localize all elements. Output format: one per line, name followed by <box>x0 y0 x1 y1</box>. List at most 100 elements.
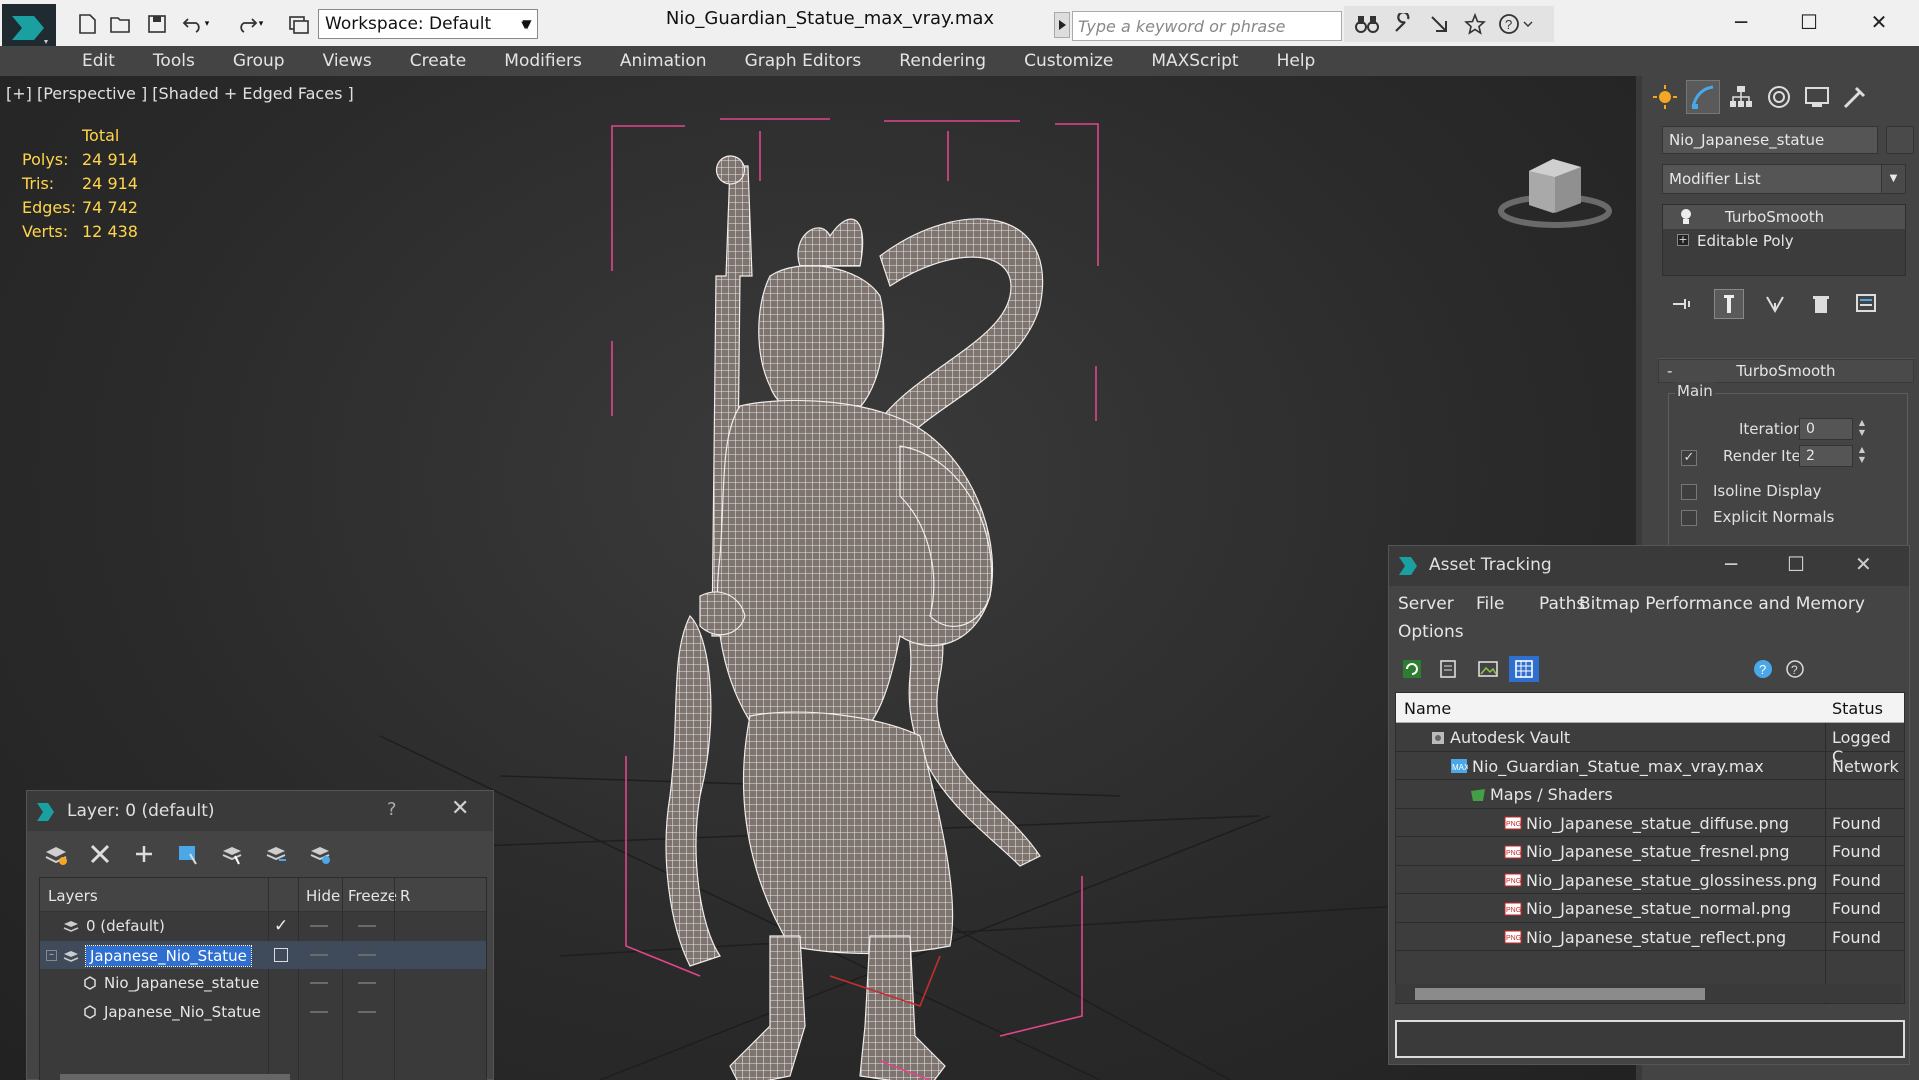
list-view-icon[interactable] <box>1435 656 1461 682</box>
save-icon[interactable] <box>142 10 172 38</box>
remove-modifier-icon[interactable] <box>1806 289 1836 319</box>
hide-toggle[interactable] <box>310 953 328 956</box>
column-header-freeze[interactable]: Freeze <box>348 887 397 905</box>
maximize-icon[interactable]: ☐ <box>1778 4 1840 40</box>
menu-bitmap-performance[interactable]: Bitmap Performance and Memory <box>1579 594 1865 614</box>
menu-tools[interactable]: Tools <box>153 51 195 71</box>
menu-animation[interactable]: Animation <box>620 51 707 71</box>
render-iters-checkbox[interactable]: ✓ <box>1681 450 1697 466</box>
configure-modifier-sets-icon[interactable] <box>1852 289 1882 319</box>
motion-tab-icon[interactable] <box>1762 80 1796 114</box>
hide-toggle[interactable] <box>310 925 328 927</box>
table-row[interactable]: PNG Nio_Japanese_statue_fresnel.png Found <box>1396 837 1904 866</box>
close-icon[interactable]: ✕ <box>1848 4 1910 40</box>
asset-path-field[interactable] <box>1395 1020 1905 1058</box>
search-expand-icon[interactable] <box>1054 12 1070 38</box>
layer-window-titlebar[interactable]: Layer: 0 (default) ? ✕ <box>27 791 493 831</box>
stack-item-turbosmooth[interactable]: TurboSmooth <box>1663 205 1905 229</box>
object-row[interactable]: Japanese_Nio_Statue <box>40 998 486 1027</box>
hide-toggle[interactable] <box>310 1010 328 1013</box>
maximize-icon[interactable]: ☐ <box>1787 552 1805 576</box>
expand-icon[interactable]: + <box>1677 234 1689 246</box>
add-to-layer-icon[interactable] <box>129 839 159 869</box>
make-unique-icon[interactable] <box>1760 289 1790 319</box>
menu-file[interactable]: File <box>1476 594 1504 614</box>
table-row[interactable]: Autodesk Vault Logged C <box>1396 723 1904 766</box>
freeze-toggle[interactable] <box>358 953 376 956</box>
column-header-hide[interactable]: Hide <box>306 887 340 905</box>
table-row[interactable]: MAX Nio_Guardian_Statue_max_vray.max Netw… <box>1396 752 1904 780</box>
column-header-layers[interactable]: Layers <box>48 887 98 905</box>
modifier-list-dropdown[interactable]: Modifier List ▼ <box>1662 164 1906 194</box>
table-row[interactable]: PNG Nio_Japanese_statue_glossiness.png Fo… <box>1396 866 1904 894</box>
menu-graph-editors[interactable]: Graph Editors <box>745 51 862 71</box>
minimize-icon[interactable]: ─ <box>1725 552 1737 576</box>
select-layer-icon[interactable] <box>217 839 247 869</box>
table-row[interactable]: Maps / Shaders <box>1396 780 1904 809</box>
freeze-toggle[interactable] <box>358 1010 376 1013</box>
help-icon[interactable]: ? <box>1751 656 1777 682</box>
exchange-icon[interactable] <box>1424 10 1454 38</box>
menu-modifiers[interactable]: Modifiers <box>504 51 582 71</box>
show-end-result-icon[interactable] <box>1714 289 1744 319</box>
binoculars-icon[interactable] <box>1352 10 1382 38</box>
create-layer-icon[interactable] <box>41 839 71 869</box>
open-file-icon[interactable] <box>106 10 136 38</box>
set-current-checkbox[interactable] <box>274 947 288 962</box>
context-help-icon[interactable]: ? <box>1781 656 1807 682</box>
create-tab-icon[interactable] <box>1648 80 1682 114</box>
explicit-normals-checkbox[interactable] <box>1681 510 1697 526</box>
utilities-tab-icon[interactable] <box>1838 80 1872 114</box>
minimize-icon[interactable]: ─ <box>1710 4 1772 40</box>
menu-customize[interactable]: Customize <box>1024 51 1113 71</box>
column-header-status[interactable]: Status <box>1832 699 1883 718</box>
hide-toggle[interactable] <box>310 982 328 984</box>
horizontal-scrollbar[interactable] <box>60 1074 290 1080</box>
wrench-icon[interactable] <box>1388 10 1418 38</box>
spinner-arrows-icon[interactable]: ▲ ▼ <box>1855 418 1869 440</box>
close-icon[interactable]: ✕ <box>1855 552 1872 576</box>
horizontal-scrollbar[interactable] <box>1395 984 1901 1002</box>
table-row[interactable]: PNG Nio_Japanese_statue_diffuse.png Found <box>1396 809 1904 837</box>
redo-history-chevron-icon[interactable]: ▾ <box>254 10 268 38</box>
current-layer-check-icon[interactable]: ✓ <box>274 916 288 936</box>
set-current-layer-icon[interactable] <box>261 839 291 869</box>
pin-stack-icon[interactable] <box>1668 289 1698 319</box>
delete-layer-icon[interactable] <box>85 839 115 869</box>
help-button[interactable]: ? <box>387 799 397 820</box>
object-name-field[interactable]: Nio_Japanese_statue <box>1662 126 1878 154</box>
display-tab-icon[interactable] <box>1800 80 1834 114</box>
menu-server[interactable]: Server <box>1398 594 1454 614</box>
spinner-arrows-icon[interactable]: ▲ ▼ <box>1855 445 1869 467</box>
freeze-toggle[interactable] <box>358 982 376 984</box>
undo-history-chevron-icon[interactable]: ▾ <box>200 10 214 38</box>
table-row[interactable]: PNG Nio_Japanese_statue_reflect.png Found <box>1396 923 1904 951</box>
workspace-menu-icon[interactable]: ▼ <box>516 12 538 36</box>
hierarchy-tab-icon[interactable] <box>1724 80 1758 114</box>
render-iters-spinner[interactable]: 2 <box>1799 445 1853 467</box>
app-logo[interactable] <box>2 4 56 52</box>
menu-rendering[interactable]: Rendering <box>899 51 986 71</box>
project-folder-icon[interactable] <box>284 10 314 38</box>
iterations-spinner[interactable]: 0 <box>1799 418 1853 440</box>
isoline-display-checkbox[interactable] <box>1681 484 1697 500</box>
column-header-name[interactable]: Name <box>1404 699 1451 718</box>
stack-item-editable-poly[interactable]: + Editable Poly <box>1663 229 1905 253</box>
thumbnail-view-icon[interactable] <box>1475 656 1501 682</box>
select-in-layer-icon[interactable] <box>173 839 203 869</box>
rollout-header[interactable]: - TurboSmooth <box>1658 359 1914 383</box>
column-header-render[interactable]: R <box>400 887 410 905</box>
search-input[interactable]: Type a keyword or phrase <box>1072 11 1342 41</box>
menu-maxscript[interactable]: MAXScript <box>1151 51 1238 71</box>
table-row[interactable]: PNG Nio_Japanese_statue_normal.png Found <box>1396 894 1904 923</box>
workspace-dropdown[interactable]: Workspace: Default ▼ <box>318 9 538 39</box>
asset-tracking-titlebar[interactable]: Asset Tracking ─ ☐ ✕ <box>1389 546 1909 586</box>
layer-row[interactable]: – Japanese_Nio_Statue <box>40 940 486 969</box>
menu-views[interactable]: Views <box>323 51 372 71</box>
menu-create[interactable]: Create <box>410 51 467 71</box>
menu-options[interactable]: Options <box>1398 622 1464 642</box>
menu-group[interactable]: Group <box>233 51 285 71</box>
new-file-icon[interactable] <box>72 10 102 38</box>
hide-unhide-all-icon[interactable] <box>305 839 335 869</box>
star-icon[interactable] <box>1460 10 1490 38</box>
